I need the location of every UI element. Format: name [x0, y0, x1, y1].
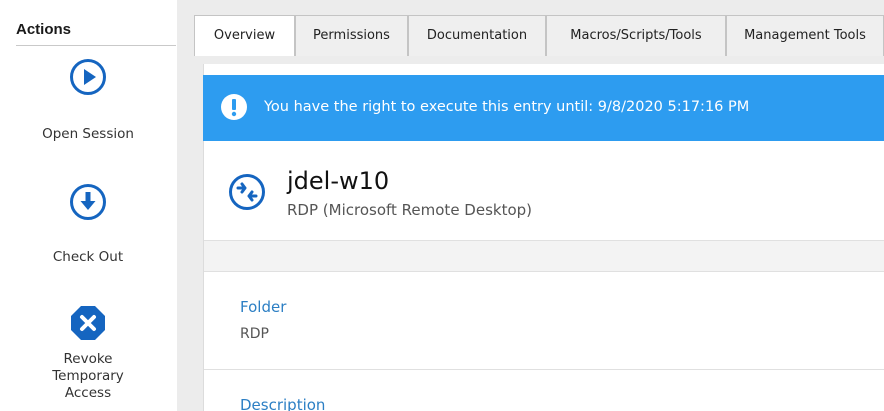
folder-label: Folder — [240, 298, 287, 316]
revoke-temporary-access-button[interactable]: Revoke Temporary Access — [16, 304, 160, 402]
entry-name: jdel-w10 — [287, 167, 390, 195]
check-out-label: Check Out — [52, 249, 124, 265]
tab-documentation[interactable]: Documentation — [408, 15, 546, 56]
sidebar-title: Actions — [16, 21, 72, 38]
download-circle-icon — [70, 184, 106, 220]
tab-management-tools[interactable]: Management Tools — [726, 15, 884, 56]
sidebar-splitter[interactable] — [177, 0, 192, 411]
revoke-label-line-3: Access — [64, 385, 112, 401]
tab-overview[interactable]: Overview — [194, 15, 295, 57]
exclamation-circle-icon — [221, 94, 247, 120]
description-label: Description — [240, 396, 326, 411]
folder-value: RDP — [240, 326, 269, 342]
close-octagon-icon — [71, 306, 105, 340]
open-session-label: Open Session — [42, 126, 134, 142]
revoke-label-line-1: Revoke — [63, 351, 113, 367]
check-out-button[interactable]: Check Out — [16, 183, 160, 266]
open-session-button[interactable]: Open Session — [16, 58, 160, 143]
rdp-icon — [229, 174, 265, 210]
revoke-label-line-2: Temporary — [52, 368, 124, 384]
entry-type: RDP (Microsoft Remote Desktop) — [287, 201, 533, 219]
field-divider — [204, 369, 884, 370]
actions-sidebar: Actions Open Session Check Out Revoke Te… — [0, 0, 177, 411]
tab-strip: Overview Permissions Documentation Macro… — [192, 0, 884, 57]
play-circle-icon — [70, 59, 106, 95]
tab-macros-scripts-tools[interactable]: Macros/Scripts/Tools — [546, 15, 726, 56]
tab-permissions[interactable]: Permissions — [295, 15, 408, 56]
banner-message: You have the right to execute this entry… — [264, 99, 750, 115]
sidebar-divider — [16, 45, 176, 46]
section-divider — [204, 240, 884, 272]
